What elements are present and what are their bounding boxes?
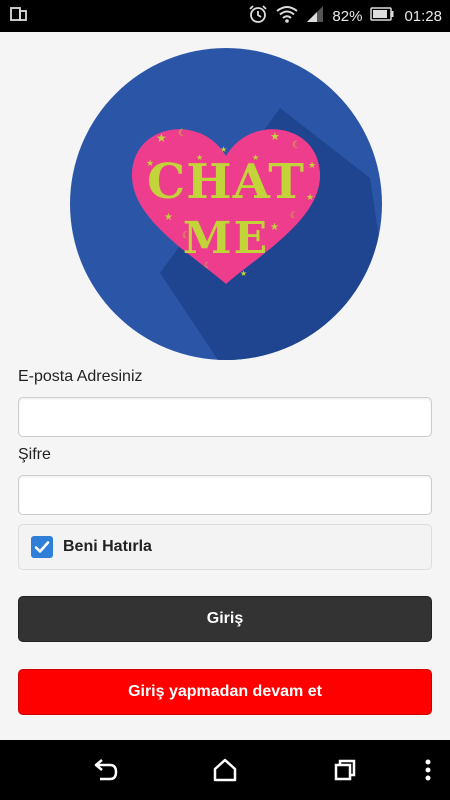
svg-text:☾: ☾: [204, 261, 211, 270]
svg-text:☾: ☾: [292, 140, 301, 151]
svg-text:★: ★: [240, 269, 247, 278]
email-label: E-posta Adresiniz: [18, 368, 143, 385]
svg-text:☾: ☾: [290, 211, 298, 221]
svg-text:★: ★: [220, 145, 227, 154]
svg-text:★: ★: [164, 212, 173, 223]
svg-text:★: ★: [306, 193, 314, 203]
svg-text:★: ★: [196, 153, 203, 162]
screen-mirror-icon: [10, 6, 28, 27]
svg-text:★: ★: [146, 159, 154, 169]
battery-icon: [370, 6, 394, 26]
svg-text:★: ★: [308, 161, 316, 171]
svg-text:★: ★: [156, 131, 167, 145]
remember-checkbox[interactable]: [31, 536, 53, 558]
remember-label: Beni Hatırla: [63, 538, 152, 555]
password-label: Şifre: [18, 446, 51, 463]
app-logo: CHAT ME ★ ☾ ★ ☾ ★ ★ ★ ☾ ★ ☾ ★ ★ ★ ★ ★ ☾: [70, 48, 382, 360]
logo-text-chat: CHAT: [147, 154, 305, 210]
battery-percent: 82%: [332, 7, 363, 25]
logo-text-me: ME: [183, 213, 269, 264]
svg-text:★: ★: [270, 222, 279, 233]
status-bar: 82% 01:28: [0, 0, 450, 32]
checkmark-icon: [34, 541, 50, 553]
recent-apps-icon[interactable]: [330, 755, 360, 785]
alarm-icon: [248, 4, 268, 29]
wifi-icon: [276, 5, 299, 28]
navigation-bar: [0, 740, 450, 800]
back-icon[interactable]: [90, 755, 120, 785]
continue-without-login-button[interactable]: Giriş yapmadan devam et: [18, 669, 432, 715]
signal-icon: [306, 5, 324, 28]
login-button[interactable]: Giriş: [18, 596, 432, 642]
svg-text:☾: ☾: [178, 128, 187, 139]
svg-text:★: ★: [252, 153, 259, 162]
home-icon[interactable]: [210, 755, 240, 785]
password-field[interactable]: [18, 475, 432, 515]
svg-text:★: ★: [270, 130, 280, 143]
clock: 01:28: [404, 7, 442, 25]
more-options-icon[interactable]: [418, 755, 438, 785]
remember-me-toggle[interactable]: Beni Hatırla: [18, 524, 432, 570]
email-field[interactable]: [18, 397, 432, 437]
svg-text:☾: ☾: [182, 231, 190, 241]
